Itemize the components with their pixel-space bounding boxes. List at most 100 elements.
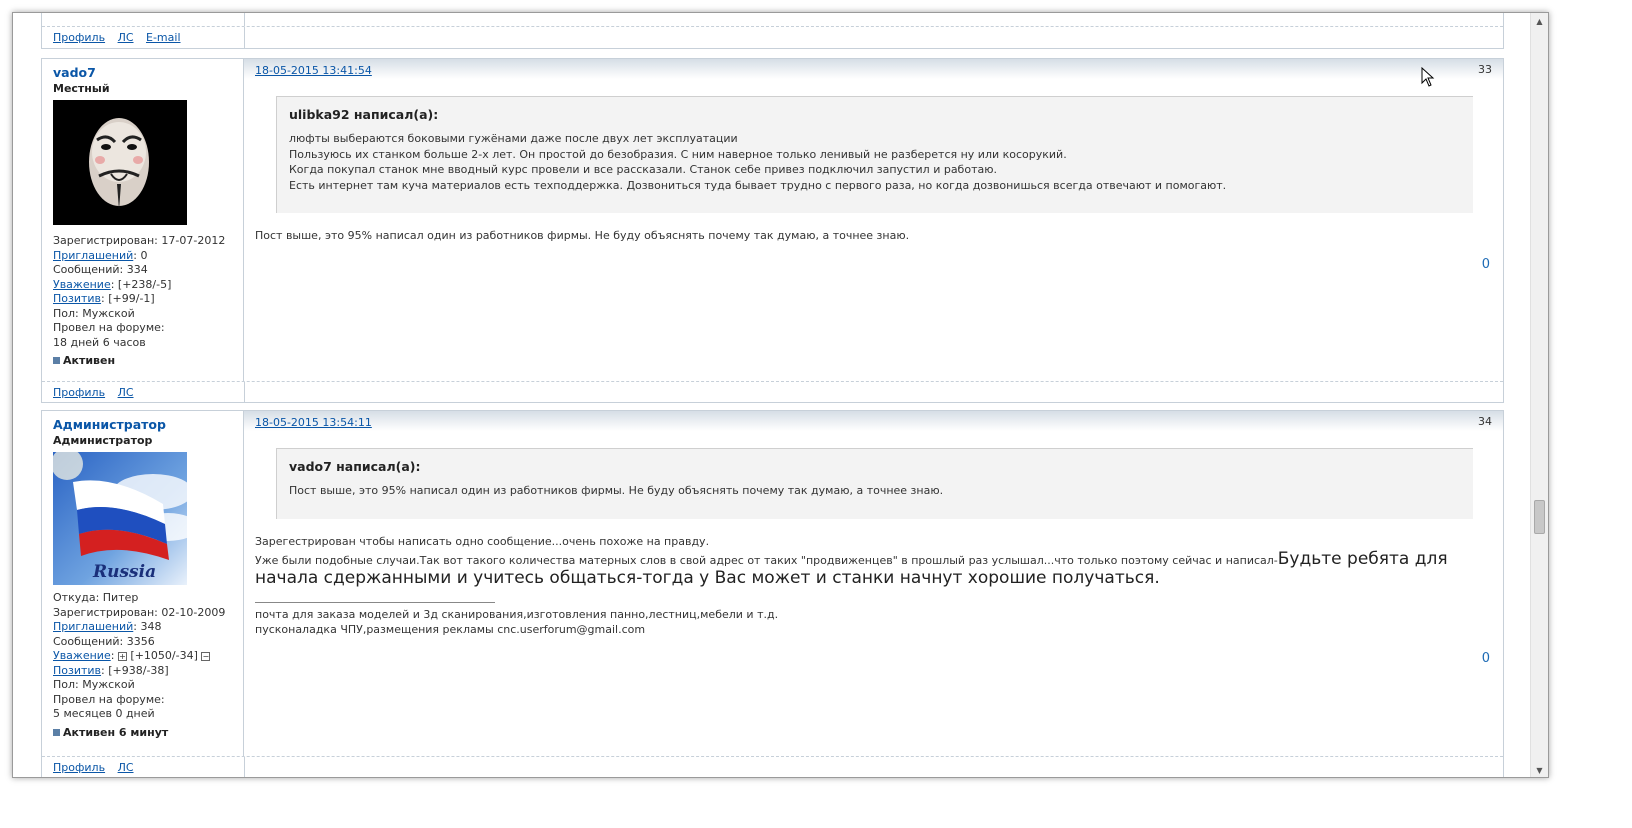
pm-link[interactable]: ЛС — [118, 761, 134, 774]
respect-minus-icon[interactable]: − — [201, 651, 211, 661]
post-date-link[interactable]: 18-05-2015 13:54:11 — [255, 416, 372, 429]
pm-link[interactable]: ЛС — [118, 31, 134, 44]
positive-row: Позитив: [+938/-38] — [53, 664, 232, 679]
profile-link[interactable]: Профиль — [53, 761, 105, 774]
online-status: Активен — [53, 354, 232, 367]
quote-line: Когда покупал станок мне вводный курс пр… — [289, 163, 997, 176]
invites-row: Приглашений: 0 — [53, 249, 232, 264]
quote-block: ulibka92 написал(а): люфты выбераются бо… — [276, 96, 1473, 213]
respect-row: Уважение: [+238/-5] — [53, 278, 232, 293]
author-name-link[interactable]: vado7 — [53, 65, 232, 80]
quote-author: vado7 написал(а): — [289, 459, 421, 474]
respect-link[interactable]: Уважение — [53, 278, 111, 291]
post-number: 33 — [1478, 63, 1492, 76]
browser-window: Профиль ЛС E-mail vado7 Местный Зарегист… — [12, 12, 1549, 778]
avatar — [53, 100, 187, 225]
positive-row: Позитив: [+99/-1] — [53, 292, 232, 307]
quote-line: люфты выбераются боковыми гужёнами даже … — [289, 132, 738, 145]
invites-link[interactable]: Приглашений — [53, 620, 133, 633]
signature-divider — [255, 602, 495, 603]
scroll-down-arrow-icon[interactable]: ▼ — [1531, 762, 1548, 777]
post-text-small: Уже были подобные случаи.Так вот такого … — [255, 554, 1278, 567]
positive-link[interactable]: Позитив — [53, 664, 101, 677]
forum-time-label: Провел на форуме: — [53, 692, 165, 706]
scrollbar-thumb[interactable] — [1534, 500, 1545, 534]
scroll-up-arrow-icon[interactable]: ▲ — [1531, 13, 1548, 30]
respect-plus-icon[interactable]: + — [117, 651, 127, 661]
invites-row: Приглашений: 348 — [53, 620, 232, 635]
positive-link[interactable]: Позитив — [53, 292, 101, 305]
post-footer-links: Профиль ЛС — [53, 761, 143, 774]
post-header: 18-05-2015 13:41:54 33 — [244, 59, 1503, 79]
author-info: Зарегистрирован: 17-07-2012 Приглашений:… — [53, 234, 232, 350]
forum-time-value: 5 месяцев 0 дней — [53, 707, 155, 720]
location: Откуда: Питер — [53, 591, 139, 604]
post-text: Пост выше, это 95% написал один из работ… — [255, 227, 1487, 244]
post-text-paragraph: Уже были подобные случаи.Так вот такого … — [255, 550, 1487, 588]
post-text-line: Зарегестрирован чтобы написать одно сооб… — [255, 535, 710, 548]
profile-link[interactable]: Профиль — [53, 31, 105, 44]
post-footer: Профиль ЛС — [42, 756, 1503, 777]
messages-count: Сообщений: 3356 — [53, 634, 155, 648]
post-footer-links: Профиль ЛС — [53, 386, 143, 399]
respect-value: [+1050/-34] — [130, 649, 198, 662]
signature: почта для заказа моделей и 3д сканирован… — [255, 607, 1487, 637]
reputation-counter[interactable]: 0 — [1482, 651, 1490, 666]
forum-time-label: Провел на форуме: — [53, 321, 165, 334]
forum-time-value: 18 дней 6 часов — [53, 335, 146, 349]
post-text: Зарегестрирован чтобы написать одно сооб… — [255, 533, 1487, 637]
invites-link[interactable]: Приглашений — [53, 249, 133, 262]
status-text: Активен 6 минут — [63, 725, 169, 739]
post-footer: Профиль ЛС E-mail — [42, 26, 1503, 48]
quote-block: vado7 написал(а): Пост выше, это 95% нап… — [276, 448, 1473, 519]
messages-count: Сообщений: 334 — [53, 263, 148, 276]
status-square-icon — [53, 357, 60, 364]
respect-value: : [+238/-5] — [110, 277, 172, 291]
gender: Пол: Мужской — [53, 306, 135, 320]
pm-link[interactable]: ЛС — [118, 386, 134, 399]
post-text-line: Пост выше, это 95% написал один из работ… — [255, 229, 910, 242]
reputation-counter[interactable]: 0 — [1482, 257, 1490, 272]
quote-line: Пользуюсь их станком больше 2-х лет. Он … — [289, 147, 1067, 161]
mouse-cursor-icon — [1421, 67, 1435, 87]
signature-line: пусконаладка ЧПУ,размещения рекламы cnc.… — [255, 623, 646, 636]
respect-link[interactable]: Уважение — [53, 649, 111, 662]
post-footer-links: Профиль ЛС E-mail — [53, 31, 190, 44]
profile-link[interactable]: Профиль — [53, 386, 105, 399]
footer-separator — [244, 757, 245, 777]
avatar: Russia — [53, 452, 187, 585]
status-square-icon — [53, 728, 60, 736]
post-author-panel: Администратор Администратор Russia Откуд… — [42, 411, 244, 756]
positive-value: : [+938/-38] — [101, 663, 169, 677]
forum-page: Профиль ЛС E-mail vado7 Местный Зарегист… — [13, 13, 1532, 777]
author-rank: Местный — [53, 82, 110, 95]
post-34: Администратор Администратор Russia Откуд… — [41, 410, 1504, 777]
vertical-scrollbar[interactable]: ▲ ▼ — [1530, 13, 1548, 777]
registered-date: Зарегистрирован: 02-10-2009 — [53, 605, 226, 619]
author-rank: Администратор — [53, 434, 153, 447]
post-body-area: 18-05-2015 13:41:54 33 ulibka92 написал(… — [244, 59, 1503, 381]
gender: Пол: Мужской — [53, 678, 135, 691]
author-info: Откуда: Питер Зарегистрирован: 02-10-200… — [53, 591, 232, 722]
quote-author: ulibka92 написал(а): — [289, 107, 439, 122]
author-name-link[interactable]: Администратор — [53, 417, 232, 432]
post-32-fragment: Профиль ЛС E-mail — [41, 13, 1504, 49]
post-divider — [244, 13, 245, 26]
online-status: Активен 6 минут — [53, 726, 232, 739]
respect-row: Уважение: + [+1050/-34] − — [53, 649, 211, 662]
post-footer: Профиль ЛС — [42, 381, 1503, 403]
post-date-link[interactable]: 18-05-2015 13:41:54 — [255, 64, 372, 77]
post-header: 18-05-2015 13:54:11 34 — [244, 411, 1503, 431]
email-link[interactable]: E-mail — [146, 31, 181, 44]
avatar-caption: Russia — [93, 562, 157, 582]
signature-line: почта для заказа моделей и 3д сканирован… — [255, 608, 779, 621]
post-33: vado7 Местный Зарегистрирован: 17-07-201… — [41, 58, 1504, 403]
status-text: Активен — [63, 354, 116, 367]
invites-value: : 0 — [133, 248, 148, 262]
quote-line: Пост выше, это 95% написал один из работ… — [289, 484, 944, 497]
quote-line: Есть интернет там куча материалов есть т… — [289, 178, 1227, 192]
positive-value: : [+99/-1] — [101, 292, 155, 305]
registered-date: Зарегистрирован: 17-07-2012 — [53, 234, 226, 247]
post-body-area: 18-05-2015 13:54:11 34 vado7 написал(а):… — [244, 411, 1503, 756]
post-author-panel: vado7 Местный Зарегистрирован: 17-07-201… — [42, 59, 244, 381]
